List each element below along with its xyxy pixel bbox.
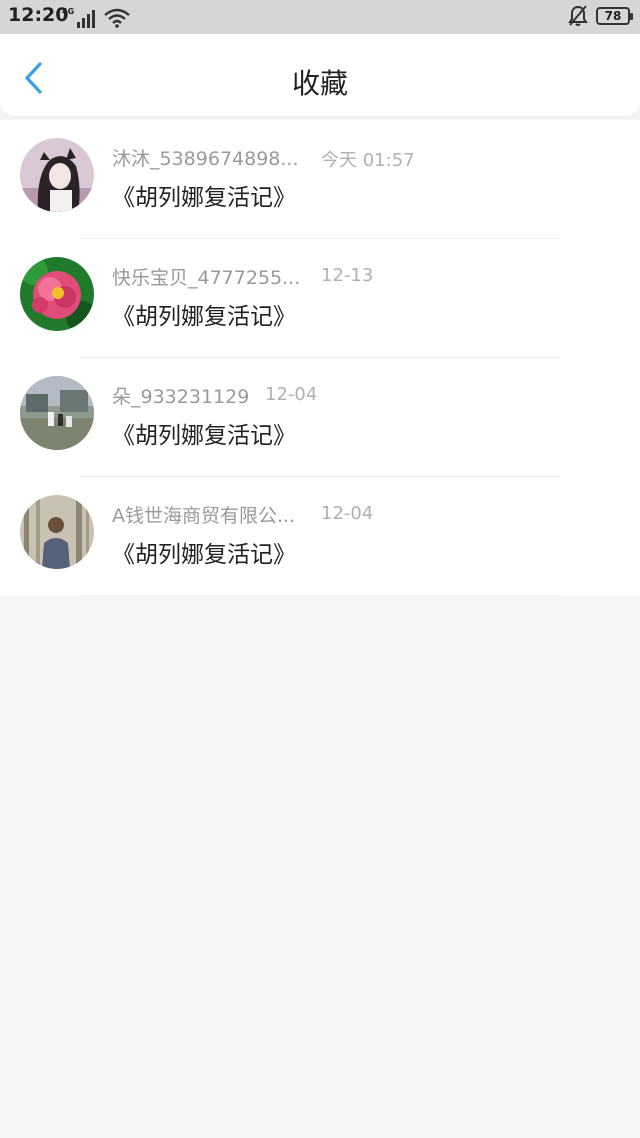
list-item[interactable]: 朵_933231129 12-04 《胡列娜复活记》 <box>0 358 640 477</box>
item-time: 今天 01:57 <box>321 150 415 171</box>
divider <box>80 595 560 596</box>
list-item[interactable]: 沐沐_5389674898... 今天 01:57 《胡列娜复活记》 <box>0 120 640 239</box>
battery-indicator: 78 <box>596 7 633 25</box>
item-time: 12-13 <box>321 265 374 286</box>
item-time: 12-04 <box>321 503 374 524</box>
avatar <box>20 257 94 331</box>
network-type-label: 4G <box>62 7 75 16</box>
user-name: 朵_933231129 <box>112 386 250 408</box>
list-item[interactable]: 快乐宝贝_4777255... 12-13 《胡列娜复活记》 <box>0 239 640 358</box>
wifi-icon <box>104 8 130 28</box>
avatar <box>20 495 94 569</box>
bell-muted-icon <box>568 5 588 26</box>
item-title: 《胡列娜复活记》 <box>112 304 296 330</box>
user-name: 快乐宝贝_4777255... <box>112 267 301 289</box>
user-name: 沐沐_5389674898... <box>112 148 299 170</box>
item-time: 12-04 <box>265 384 318 405</box>
list-item[interactable]: A钱世海商贸有限公... 12-04 《胡列娜复活记》 <box>0 477 640 596</box>
item-title: 《胡列娜复活记》 <box>112 542 296 568</box>
avatar <box>20 376 94 450</box>
item-title: 《胡列娜复活记》 <box>112 423 296 449</box>
favorites-list: 沐沐_5389674898... 今天 01:57 《胡列娜复活记》 快乐宝贝_… <box>0 120 640 596</box>
status-bar: 12:20 4G 78 <box>0 0 640 34</box>
avatar <box>20 138 94 212</box>
nav-bar: 收藏 <box>0 34 640 116</box>
item-title: 《胡列娜复活记》 <box>112 185 296 211</box>
user-name: A钱世海商贸有限公... <box>112 505 296 527</box>
signal-icon <box>77 10 96 28</box>
page-title: 收藏 <box>291 67 348 100</box>
status-time: 12:20 <box>8 4 69 26</box>
